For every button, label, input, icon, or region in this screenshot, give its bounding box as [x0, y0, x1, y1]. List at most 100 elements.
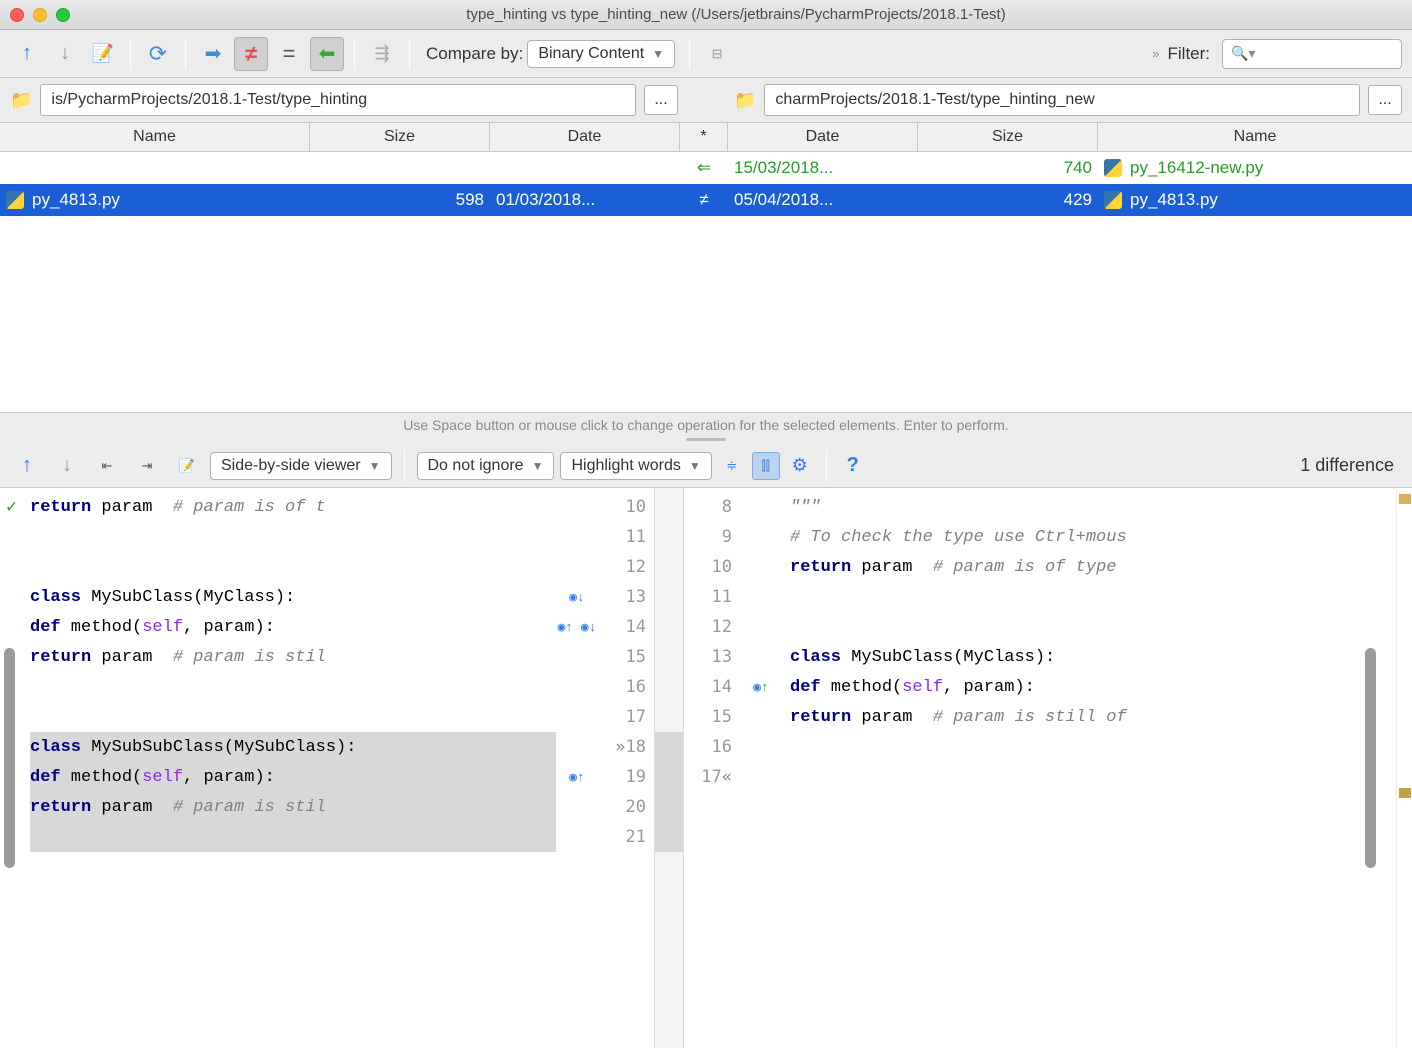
code-line: def method(self, param): — [30, 762, 556, 792]
code-line — [30, 552, 556, 582]
minimize-window-button[interactable] — [33, 8, 47, 22]
code-line — [30, 702, 556, 732]
separator — [689, 38, 690, 70]
jump-left-icon: ⇤ — [102, 458, 113, 474]
compare-toolbar: ↑ ↓ 📝 ⟳ ➡ ≠ = ⬅ ⇶ Compare by: Binary Con… — [0, 30, 1412, 78]
merge-icon: ⇶ — [374, 43, 389, 64]
separator — [826, 450, 827, 482]
collapse-unchanged-button[interactable]: ≑ — [718, 452, 746, 480]
separator — [404, 450, 405, 482]
code-line: class MySubClass(MyClass): — [30, 582, 556, 612]
right-override-gutter: ◉↑ — [740, 488, 782, 1048]
check-icon: ✓ — [6, 496, 17, 518]
code-line: return param # param is stil — [30, 642, 556, 672]
diff-divider — [654, 488, 684, 1048]
close-window-button[interactable] — [10, 8, 24, 22]
chevron-down-icon: ▼ — [369, 459, 381, 473]
help-icon: ? — [847, 454, 859, 477]
view-mode-dropdown[interactable]: Side-by-side viewer ▼ — [210, 452, 392, 480]
right-browse-button[interactable]: ... — [1368, 85, 1402, 115]
overflow-chevron-icon: » — [1152, 46, 1159, 61]
file-date: 05/04/2018... — [734, 190, 833, 210]
traffic-lights — [10, 8, 70, 22]
chevron-down-icon: ▼ — [689, 459, 701, 473]
separator — [354, 38, 355, 70]
python-file-icon — [1104, 191, 1122, 209]
edit-button[interactable]: 📝 — [86, 37, 120, 71]
edit-icon: 📝 — [92, 43, 114, 64]
left-scrollbar-thumb[interactable] — [4, 648, 15, 868]
zoom-window-button[interactable] — [56, 8, 70, 22]
python-file-icon — [1104, 159, 1122, 177]
expand-button[interactable]: ⊟ — [700, 37, 734, 71]
filter-input[interactable]: 🔍▾ — [1222, 39, 1402, 69]
minimap-marker — [1399, 788, 1411, 798]
help-button[interactable]: ? — [839, 452, 867, 480]
ignore-mode-dropdown[interactable]: Do not ignore ▼ — [417, 452, 555, 480]
col-date-right[interactable]: Date — [728, 123, 918, 151]
code-line: # To check the type use Ctrl+mous — [790, 522, 1396, 552]
arrow-up-icon: ↑ — [22, 42, 32, 65]
equal-icon: = — [283, 41, 296, 67]
minimap-marker — [1399, 494, 1411, 504]
table-row[interactable]: ⇐15/03/2018...740py_16412-new.py — [0, 152, 1412, 184]
refresh-icon: ⟳ — [149, 41, 167, 67]
left-diff-pane[interactable]: ✓ return param # param is of t class MySu… — [0, 488, 556, 1048]
right-line-numbers: 891011121314151617 « — [684, 488, 740, 1048]
arrow-down-icon: ↓ — [60, 42, 70, 65]
gear-icon: ⚙ — [792, 455, 808, 476]
right-path-input[interactable]: charmProjects/2018.1-Test/type_hinting_n… — [764, 84, 1360, 116]
left-arrow-button[interactable]: ⬅ — [310, 37, 344, 71]
left-browse-button[interactable]: ... — [644, 85, 678, 115]
file-date: 01/03/2018... — [496, 190, 595, 210]
sync-scroll-button[interactable]: ⫿⫿ — [752, 452, 780, 480]
folder-icon: 📁 — [734, 90, 756, 111]
arrow-down-icon: ↓ — [62, 454, 72, 477]
col-size-right[interactable]: Size — [918, 123, 1098, 151]
file-size: 598 — [456, 190, 484, 210]
view-mode-value: Side-by-side viewer — [221, 457, 361, 475]
code-line: return param # param is stil — [30, 792, 556, 822]
code-line — [790, 582, 1396, 612]
left-path-input[interactable]: is/PycharmProjects/2018.1-Test/type_hint… — [40, 84, 636, 116]
compare-mode-dropdown[interactable]: Binary Content ▼ — [527, 40, 675, 68]
refresh-button[interactable]: ⟳ — [141, 37, 175, 71]
splitter-handle[interactable] — [0, 436, 1412, 444]
code-line: return param # param is of type — [790, 552, 1396, 582]
col-size-left[interactable]: Size — [310, 123, 490, 151]
col-name-right[interactable]: Name — [1098, 123, 1412, 151]
file-table-body: ⇐15/03/2018...740py_16412-new.pypy_4813.… — [0, 152, 1412, 412]
code-line: return param # param is of t — [30, 492, 556, 522]
file-name: py_16412-new.py — [1130, 158, 1263, 178]
next-diff-button[interactable]: ↓ — [50, 449, 84, 483]
code-line — [790, 612, 1396, 642]
jump-left-button[interactable]: ⇤ — [90, 449, 124, 483]
diff-count-label: 1 difference — [1300, 455, 1394, 476]
file-size: 429 — [1064, 190, 1092, 210]
minimap[interactable] — [1396, 488, 1412, 1048]
col-date-left[interactable]: Date — [490, 123, 680, 151]
edit-source-button[interactable]: 📝 — [170, 449, 204, 483]
down-arrow-button[interactable]: ↓ — [48, 37, 82, 71]
titlebar: type_hinting vs type_hinting_new (/Users… — [0, 0, 1412, 30]
code-line — [790, 762, 1396, 792]
up-arrow-button[interactable]: ↑ — [10, 37, 44, 71]
merge-button[interactable]: ⇶ — [365, 37, 399, 71]
right-scrollbar-thumb[interactable] — [1365, 648, 1376, 868]
table-row[interactable]: py_4813.py59801/03/2018...≠05/04/2018...… — [0, 184, 1412, 216]
not-equal-button[interactable]: ≠ — [234, 37, 268, 71]
separator — [185, 38, 186, 70]
col-name-left[interactable]: Name — [0, 123, 310, 151]
right-arrow-button[interactable]: ➡ — [196, 37, 230, 71]
right-diff-pane[interactable]: """ # To check the type use Ctrl+mous re… — [782, 488, 1396, 1048]
jump-right-button[interactable]: ⇥ — [130, 449, 164, 483]
settings-button[interactable]: ⚙ — [786, 452, 814, 480]
arrow-up-icon: ↑ — [22, 454, 32, 477]
highlight-mode-dropdown[interactable]: Highlight words ▼ — [560, 452, 711, 480]
code-line: def method(self, param): — [790, 672, 1396, 702]
prev-diff-button[interactable]: ↑ — [10, 449, 44, 483]
equal-button[interactable]: = — [272, 37, 306, 71]
op-icon: ⇐ — [697, 158, 711, 178]
col-op[interactable]: * — [680, 123, 728, 151]
highlight-mode-value: Highlight words — [571, 457, 680, 475]
